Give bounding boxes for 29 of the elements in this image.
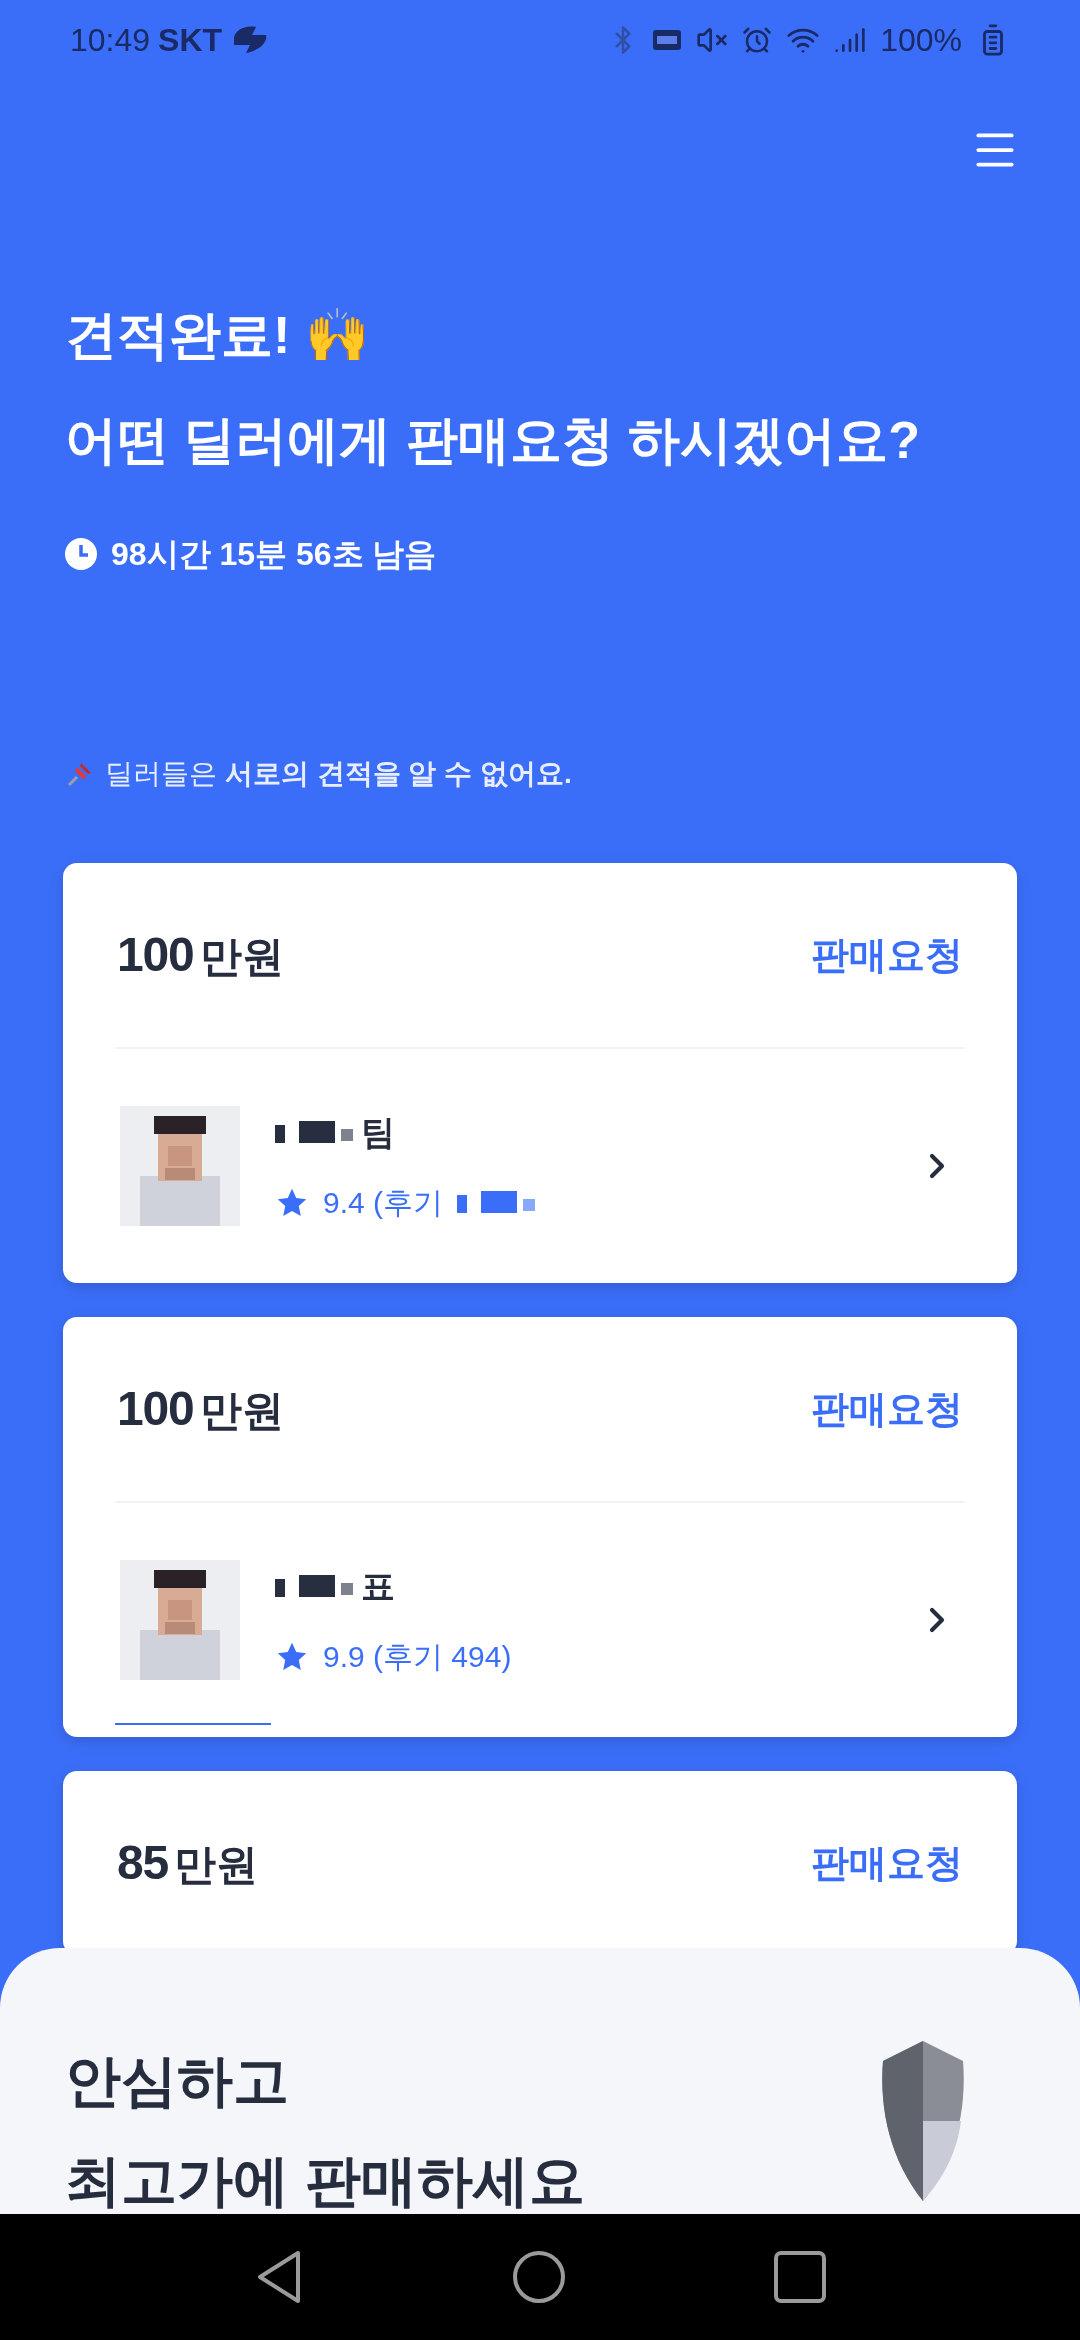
price-unit: 만원 — [174, 1840, 258, 1890]
sell-request-link[interactable]: 판매요청 — [811, 1380, 963, 1438]
dealer-rating: 9.4 (후기 — [323, 1185, 444, 1221]
sheet-title: 안심하고 — [65, 2048, 290, 2114]
carrier-name: SKT — [158, 21, 223, 60]
page-title: 견적완료! 🙌 — [65, 305, 371, 366]
page-title: 어떤 딜러에게 판매요청 하시겠어요? — [65, 410, 922, 471]
status-time: 10:49 — [70, 21, 151, 60]
price-unit: 만원 — [199, 1386, 284, 1436]
time-remaining: 98시간 15분 56초 남음 — [111, 535, 437, 574]
price-unit: 만원 — [199, 932, 284, 982]
sheet-title: 최고가에 판매하세요 — [65, 2148, 585, 2214]
sell-request-link[interactable]: 판매요청 — [811, 926, 963, 984]
dealer-row[interactable]: 팀 9.4 (후기 — [63, 1049, 1017, 1283]
sell-request-link[interactable]: 판매요청 — [811, 1834, 963, 1892]
home-icon[interactable] — [512, 2250, 566, 2304]
dealer-name: 팀 — [361, 1112, 395, 1153]
price-amount: 85 — [117, 1835, 168, 1891]
price-amount: 100 — [117, 1381, 194, 1437]
notice-text: 딜러들은 서로의 견적을 알 수 없어요. — [105, 757, 572, 791]
recents-icon[interactable] — [774, 2251, 826, 2303]
dealer-name: 표 — [361, 1566, 395, 1607]
clock-icon — [65, 538, 97, 570]
alarm-icon — [742, 25, 773, 55]
dealer-rating: 9.9 (후기 494) — [323, 1639, 512, 1675]
battery-percent: 100% — [880, 21, 962, 60]
nfc-icon — [652, 28, 683, 52]
dealer-row[interactable]: 표 9.9 (후기 494) — [63, 1503, 1017, 1737]
price-amount: 100 — [117, 927, 194, 983]
